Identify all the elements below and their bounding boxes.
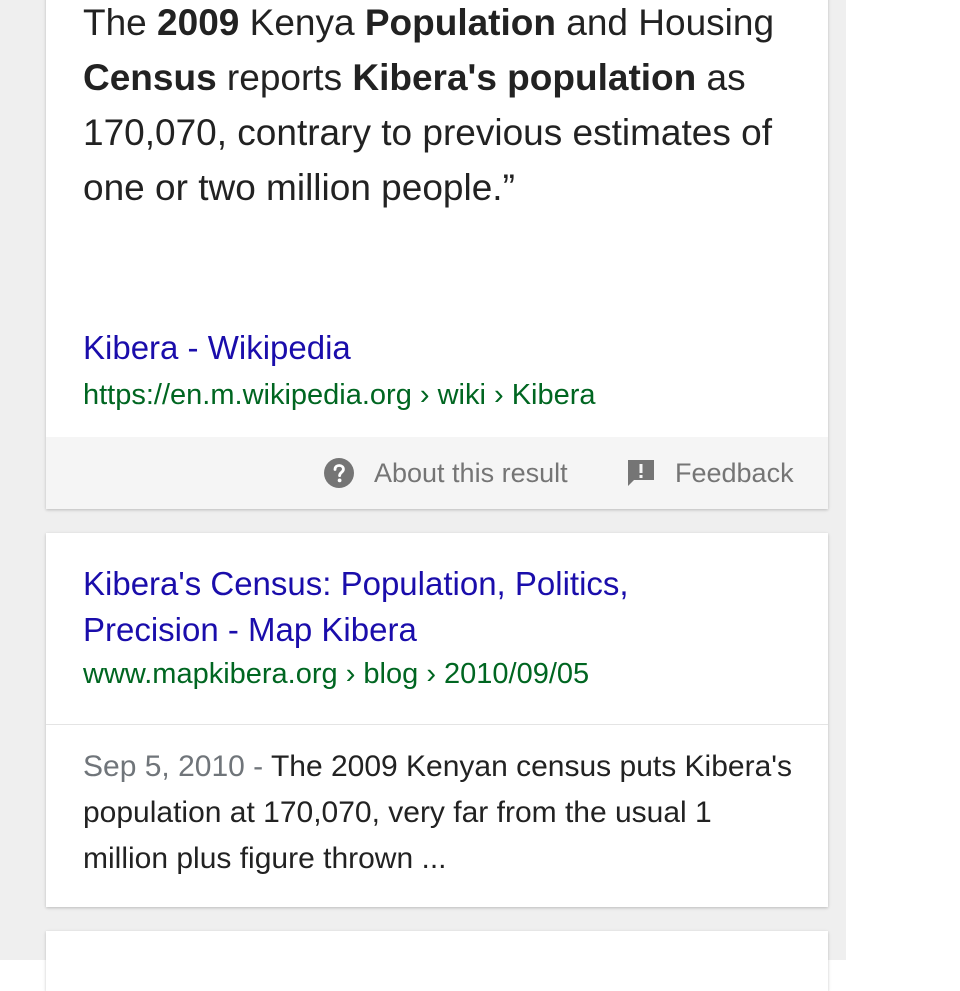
result-title-link[interactable]: Kibera - Wikipedia (83, 325, 351, 371)
featured-snippet-card: The 2009 Kenya Population and Housing Ce… (46, 0, 828, 509)
about-this-result-button[interactable]: About this result (323, 437, 568, 509)
about-this-result-label: About this result (374, 457, 568, 488)
next-result-card (46, 931, 828, 991)
question-circle-icon (324, 458, 354, 488)
snippet-part: Kenya (239, 2, 365, 43)
feedback-button[interactable]: Feedback (626, 437, 794, 509)
card-divider (46, 724, 828, 725)
snippet-part: and Housing (556, 2, 775, 43)
snippet-part: reports (216, 57, 353, 98)
snippet-part-bold: Population (364, 2, 556, 43)
result-title-link[interactable]: Kibera's Census: Population, Politics, (83, 561, 629, 607)
result-date: Sep 5, 2010 - (83, 750, 271, 783)
search-result-card: Kibera's Census: Population, Politics, P… (46, 533, 828, 907)
result-description: Sep 5, 2010 - The 2009 Kenyan census put… (83, 744, 803, 882)
result-url: www.mapkibera.org › blog › 2010/09/05 (83, 658, 590, 690)
snippet-part-bold: Kibera's population (352, 57, 697, 98)
feedback-label: Feedback (675, 457, 794, 488)
result-url: https://en.m.wikipedia.org › wiki › Kibe… (83, 379, 596, 411)
snippet-part-bold: Census (83, 57, 217, 98)
result-title-link-line2[interactable]: Precision - Map Kibera (83, 607, 417, 653)
result-footer: About this result Feedback (46, 437, 828, 509)
snippet-part: The (83, 2, 158, 43)
snippet-part-bold: 2009 (157, 2, 240, 43)
featured-snippet-text: The 2009 Kenya Population and Housing Ce… (83, 0, 783, 215)
feedback-icon (628, 460, 654, 486)
